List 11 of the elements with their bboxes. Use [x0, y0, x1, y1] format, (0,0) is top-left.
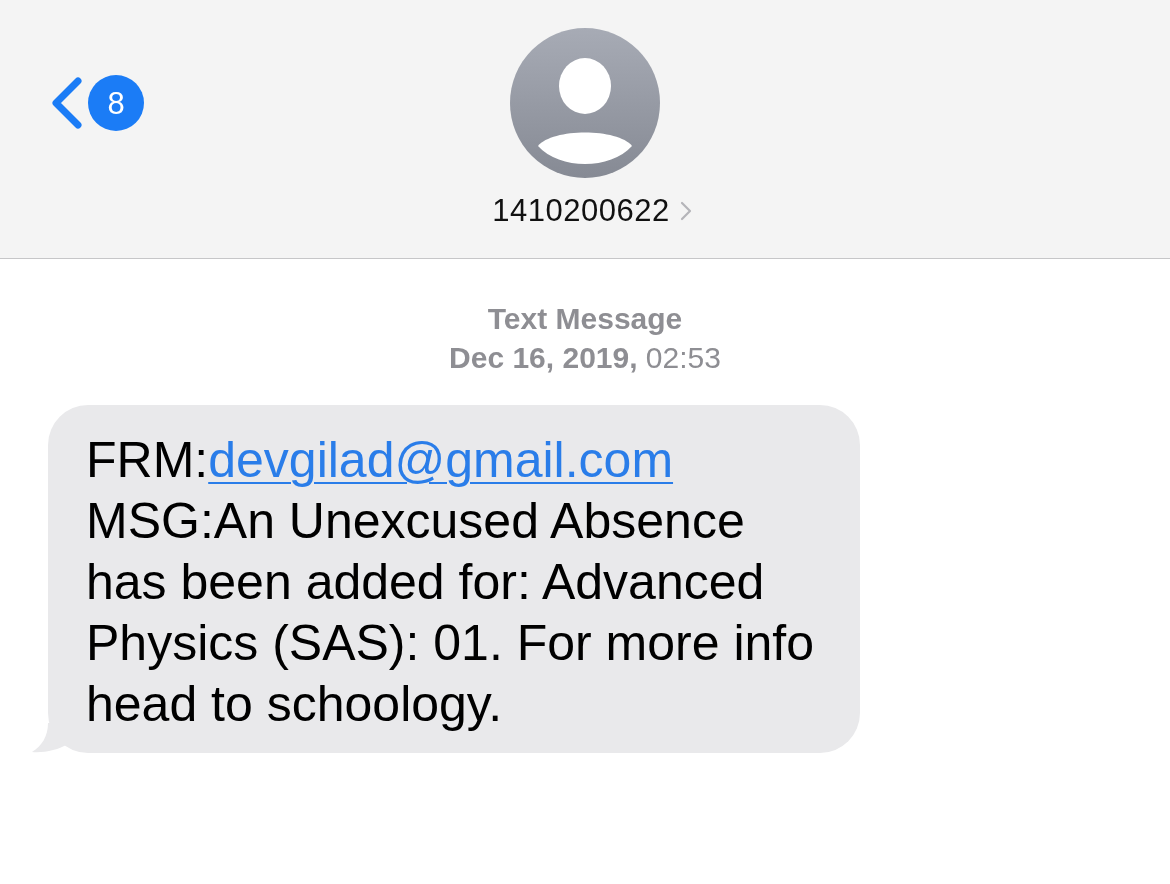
message-text: FRM:devgilad@gmail.com MSG:An Unexcused Absence has been added for: Advanced Physics (SAS): 01. For more info head to schoology.	[86, 431, 815, 734]
contact-button[interactable]: 1410200622	[478, 192, 692, 230]
message-timestamp: Dec 16, 2019, 02:53	[449, 340, 721, 376]
chevron-right-icon	[679, 201, 692, 221]
back-button[interactable]: 8	[50, 74, 144, 132]
unread-count-badge: 8	[88, 75, 144, 131]
email-link[interactable]: devgilad@gmail.com	[208, 432, 674, 488]
contact-number: 1410200622	[492, 192, 670, 230]
back-chevron-icon	[50, 77, 84, 129]
avatar-icon	[510, 28, 660, 178]
service-label: Text Message	[487, 301, 683, 337]
